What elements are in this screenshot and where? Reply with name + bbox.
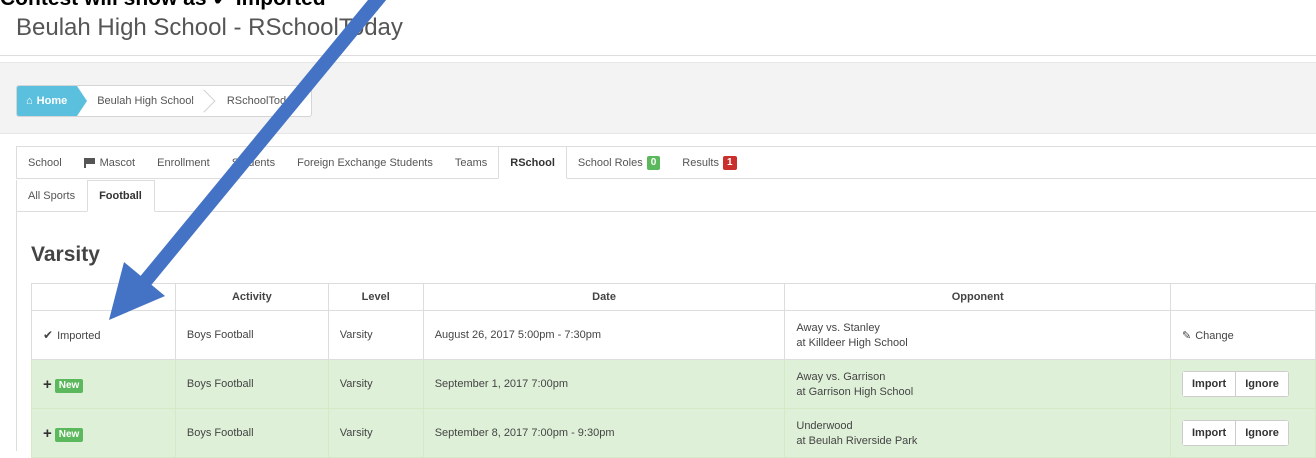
actions-cell: ✎ Change: [1170, 310, 1316, 360]
column-header-date: Date: [422, 283, 786, 311]
breadcrumb-label: Beulah High School: [97, 95, 194, 107]
breadcrumb-item-school[interactable]: Beulah High School: [77, 86, 207, 116]
level-cell: Varsity: [327, 359, 424, 409]
count-badge: 1: [722, 155, 737, 170]
tab-bar-filler: [747, 147, 1316, 179]
annotation-caption: Contest will show as ✔ Imported: [0, 0, 326, 11]
table-row: + New Boys Football Varsity September 8, …: [31, 408, 1316, 458]
count-badge: 0: [646, 155, 661, 170]
tab-label: School Roles: [577, 156, 643, 169]
games-table: Activity Level Date Opponent ✔ Imported B…: [31, 283, 1316, 458]
tab-all-sports[interactable]: All Sports: [17, 180, 88, 212]
opponent-cell: Away vs. Stanley at Killdeer High School: [784, 310, 1171, 360]
import-button[interactable]: Import: [1183, 421, 1236, 445]
column-header-opponent: Opponent: [784, 283, 1171, 311]
column-header-level: Level: [327, 283, 424, 311]
date-cell: September 1, 2017 7:00pm: [422, 359, 786, 409]
plus-icon: +: [43, 424, 52, 442]
level-cell: Varsity: [327, 408, 424, 458]
ignore-button[interactable]: Ignore: [1235, 421, 1288, 445]
breadcrumb-item-rschooltoday[interactable]: RSchoolToday: [207, 86, 311, 116]
tab-label: Teams: [454, 156, 488, 169]
table-header-row: Activity Level Date Opponent: [31, 283, 1316, 311]
breadcrumb-home-label: Home: [36, 95, 68, 107]
opponent-cell: Away vs. Garrison at Garrison High Schoo…: [784, 359, 1171, 409]
edit-icon: ✎: [1182, 329, 1192, 342]
new-badge: New: [54, 427, 84, 442]
status-cell: + New: [31, 408, 176, 458]
tab-label: School: [28, 156, 62, 169]
status-cell: ✔ Imported: [31, 310, 176, 360]
opponent-name: Away vs. Garrison: [796, 370, 886, 383]
new-badge: New: [54, 378, 84, 393]
level-cell: Varsity: [327, 310, 424, 360]
date-cell: September 8, 2017 7:00pm - 9:30pm: [422, 408, 786, 458]
tab-students[interactable]: Students: [220, 147, 287, 179]
opponent-location: at Beulah Riverside Park: [796, 434, 918, 447]
title-divider: [0, 55, 1316, 56]
activity-cell: Boys Football: [174, 408, 329, 458]
breadcrumb-label: RSchoolToday: [226, 95, 298, 107]
breadcrumb-home[interactable]: ⌂ Home: [17, 86, 88, 116]
tab-rschool[interactable]: RSchool: [498, 147, 567, 179]
table-row: + New Boys Football Varsity September 1, …: [31, 359, 1316, 409]
actions-cell: Import Ignore: [1170, 408, 1316, 458]
tab-label: All Sports: [28, 189, 76, 202]
import-ignore-group: Import Ignore: [1182, 371, 1289, 397]
opponent-location: at Killdeer High School: [796, 336, 908, 349]
date-cell: August 26, 2017 5:00pm - 7:30pm: [422, 310, 786, 360]
flag-icon: [83, 158, 95, 168]
page-title: Beulah High School - RSchoolToday: [16, 14, 403, 41]
tab-school-roles[interactable]: School Roles 0: [566, 147, 672, 179]
activity-cell: Boys Football: [174, 310, 329, 360]
table-row: ✔ Imported Boys Football Varsity August 2…: [31, 310, 1316, 360]
column-header-activity: Activity: [174, 283, 329, 311]
plus-icon: +: [43, 375, 52, 393]
opponent-name: Away vs. Stanley: [796, 321, 880, 334]
tab-school[interactable]: School: [17, 147, 73, 179]
status-cell: + New: [31, 359, 176, 409]
breadcrumb: ⌂ Home Beulah High School RSchoolToday: [16, 85, 312, 117]
column-header-actions: [1170, 283, 1316, 311]
status-text: Imported: [57, 330, 101, 342]
actions-cell: Import Ignore: [1170, 359, 1316, 409]
main-tabs: School Mascot Enrollment Students Foreig…: [16, 146, 1316, 179]
tab-teams[interactable]: Teams: [443, 147, 499, 179]
change-link[interactable]: ✎ Change: [1182, 330, 1234, 342]
tab-label: RSchool: [510, 156, 555, 169]
tab-bar-filler: [154, 180, 1316, 212]
opponent-location: at Garrison High School: [796, 385, 914, 398]
column-header-status: [31, 283, 176, 311]
tab-label: Mascot: [99, 156, 136, 169]
ignore-button[interactable]: Ignore: [1235, 372, 1288, 396]
checkmark-icon: ✔: [43, 328, 54, 342]
tab-label: Results: [682, 156, 719, 169]
change-label: Change: [1195, 329, 1234, 342]
tab-foreign-exchange-students[interactable]: Foreign Exchange Students: [286, 147, 444, 179]
import-ignore-group: Import Ignore: [1182, 420, 1289, 446]
tab-results[interactable]: Results 1: [671, 147, 748, 179]
opponent-name: Underwood: [796, 419, 853, 432]
tab-label: Football: [99, 190, 142, 202]
tab-label: Students: [231, 156, 276, 169]
activity-cell: Boys Football: [174, 359, 329, 409]
section-heading: Varsity: [31, 243, 100, 266]
tab-mascot[interactable]: Mascot: [72, 147, 147, 179]
home-icon: ⌂: [26, 95, 33, 107]
tab-football[interactable]: Football: [87, 180, 155, 212]
tab-label: Enrollment: [157, 156, 210, 169]
opponent-cell: Underwood at Beulah Riverside Park: [784, 408, 1171, 458]
sport-tabs: All Sports Football: [16, 180, 1316, 212]
tab-label: Foreign Exchange Students: [297, 156, 433, 169]
import-button[interactable]: Import: [1183, 372, 1236, 396]
tab-enrollment[interactable]: Enrollment: [146, 147, 221, 179]
